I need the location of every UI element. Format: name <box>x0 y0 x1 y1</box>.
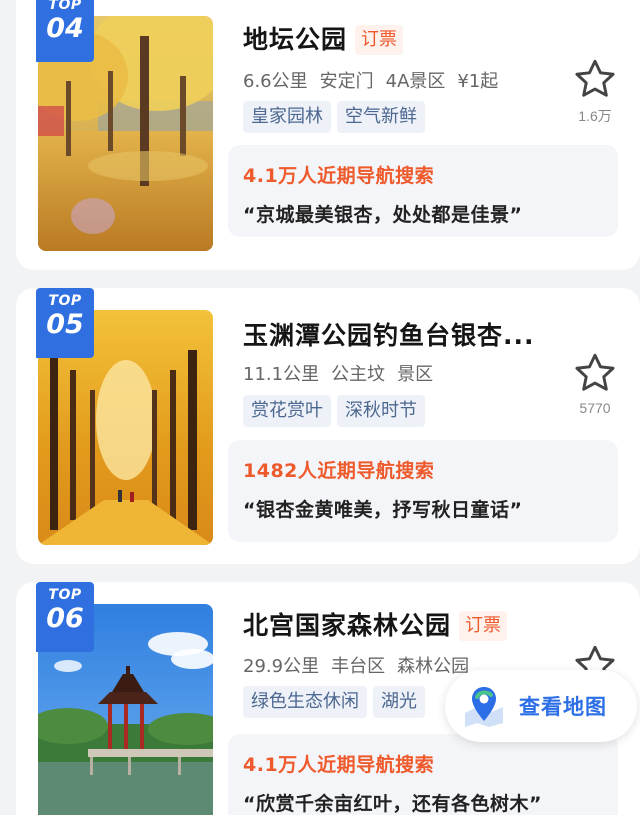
search-heat: 1482人近期导航搜索 <box>243 460 435 482</box>
search-heat: 4.1万人近期导航搜索 <box>243 754 435 776</box>
spot-meta: 11.1公里 公主坟 景区 <box>243 360 445 386</box>
scenic-level: 景区 <box>397 364 434 385</box>
distance: 6.6公里 <box>243 71 308 92</box>
favorite-count: 1.6万 <box>578 108 612 124</box>
view-map-label: 查看地图 <box>519 695 607 719</box>
tag-list: 皇家园林 空气新鲜 <box>243 101 431 133</box>
price: ¥1起 <box>457 71 499 92</box>
tag-list: 赏花赏叶 深秋时节 <box>243 395 431 427</box>
favorite-button[interactable]: 1.6万 <box>572 58 618 126</box>
review-box: 1482人近期导航搜索 “银杏金黄唯美，抒写秋日童话” <box>228 440 618 542</box>
district: 丰台区 <box>331 656 386 677</box>
review-box: 4.1万人近期导航搜索 “欣赏千余亩红叶，还有各色树木” <box>228 734 618 815</box>
ticket-button[interactable]: 订票 <box>459 611 508 641</box>
rank-label: TOP <box>48 587 82 603</box>
favorite-button[interactable]: 5770 <box>572 352 618 416</box>
scenic-level: 4A景区 <box>385 71 446 92</box>
rank-badge: TOP 06 <box>36 582 94 652</box>
rank-badge: TOP 05 <box>36 288 94 358</box>
tag: 赏花赏叶 <box>243 395 331 427</box>
tag: 空气新鲜 <box>337 101 425 133</box>
spot-meta: 29.9公里 丰台区 森林公园 <box>243 652 481 678</box>
rank-label: TOP <box>48 0 82 13</box>
district: 公主坟 <box>331 364 386 385</box>
favorite-count: 5770 <box>579 400 611 416</box>
tag-list: 绿色生态休闲 湖光 <box>243 686 431 718</box>
rank-badge: TOP 04 <box>36 0 94 62</box>
district: 安定门 <box>319 71 374 92</box>
review-quote: “银杏金黄唯美，抒写秋日童话” <box>243 499 523 521</box>
rank-label: TOP <box>48 293 82 309</box>
rank-number: 06 <box>46 603 84 634</box>
review-quote: “欣赏千余亩红叶，还有各色树木” <box>243 793 542 815</box>
distance: 11.1公里 <box>243 364 320 385</box>
star-icon <box>575 353 615 391</box>
review-box: 4.1万人近期导航搜索 “京城最美银杏，处处都是佳景” <box>228 145 618 237</box>
map-pin-icon <box>465 687 503 727</box>
rank-number: 04 <box>46 13 84 44</box>
tag: 深秋时节 <box>337 395 425 427</box>
review-quote: “京城最美银杏，处处都是佳景” <box>243 204 523 226</box>
ticket-button[interactable]: 订票 <box>355 25 404 55</box>
tag: 皇家园林 <box>243 101 331 133</box>
spot-card-04[interactable]: TOP 04 地坛公园 订票 6.6公里 安定门 4A景区 ¥1起 皇家园林 空气新鲜 1… <box>16 0 640 270</box>
spot-name-text: 地坛公园 <box>243 25 348 54</box>
spot-name-text: 北宫国家森林公园 <box>243 611 452 640</box>
star-icon <box>575 59 615 97</box>
search-heat: 4.1万人近期导航搜索 <box>243 165 435 187</box>
distance: 29.9公里 <box>243 656 320 677</box>
tag: 绿色生态休闲 <box>243 686 367 718</box>
spot-card-05[interactable]: TOP 05 玉渊潭公园钓鱼台银杏... 11.1公里 公主坟 景区 赏花赏叶 深秋时… <box>16 288 640 564</box>
spot-meta: 6.6公里 安定门 4A景区 ¥1起 <box>243 67 510 93</box>
spot-name[interactable]: 地坛公园 订票 <box>243 20 404 56</box>
tag: 湖光 <box>373 686 425 718</box>
spot-name[interactable]: 玉渊潭公园钓鱼台银杏... <box>243 316 535 352</box>
rank-number: 05 <box>46 309 84 340</box>
spot-name[interactable]: 北宫国家森林公园 订票 <box>243 606 508 642</box>
scenic-level: 森林公园 <box>397 656 470 677</box>
view-map-button[interactable]: 查看地图 <box>445 670 637 742</box>
